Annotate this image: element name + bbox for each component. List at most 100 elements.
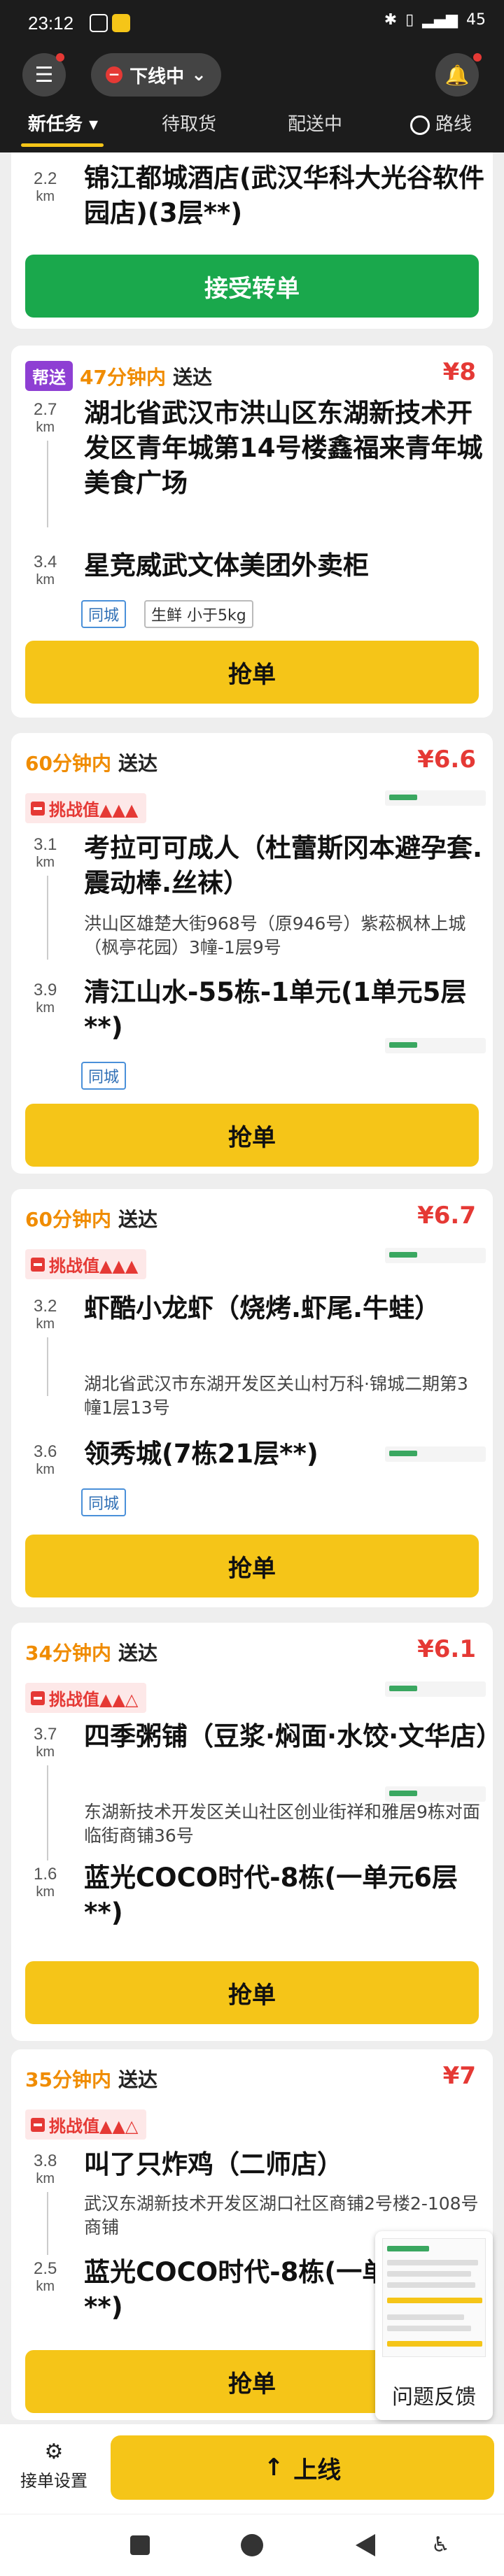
notifications-button[interactable]: 🔔 [435,53,479,97]
bell-icon: 🔔 [444,63,470,87]
preview-thumbnail [385,1248,486,1263]
accessibility-icon[interactable]: ♿ [431,2533,450,2557]
grab-order-button[interactable]: 抢单 [25,1104,479,1167]
order-card: 帮送 47分钟内 送达 ¥8 2.7 km 湖北省武汉市洪山区东湖新技术开发区青年… [11,346,493,718]
order-header: 35分钟内 送达 [25,2065,158,2093]
pickup-address: 叫了只炸鸡（二师店） [84,2149,343,2179]
challenge-icon [31,2117,45,2132]
notification-app-icon-2 [112,14,130,32]
feedback-preview [382,2238,486,2357]
dropoff-address: 星竞威武文体美团外卖柜 [84,550,369,581]
back-button[interactable] [356,2534,375,2556]
challenge-level: 挑战值▲▲▲ [49,1256,139,1276]
order-settings-button[interactable]: ⚙ 接单设置 [15,2440,92,2491]
tab-new-tasks[interactable]: 新任务 ▾ [0,104,126,151]
tab-bar: 新任务 ▾ 待取货 配送中 路线 [0,104,504,151]
notification-app-icon [90,14,108,32]
go-online-button[interactable]: ↑ 上线 [111,2435,494,2500]
tag-same-city: 同城 [81,1488,127,1516]
route-line [47,441,48,527]
order-header: 34分钟内 送达 [25,1638,158,1666]
status-time: 23:12 [28,13,74,34]
tab-delivering[interactable]: 配送中 [252,104,378,151]
grab-order-button[interactable]: 抢单 [25,1961,479,2024]
challenge-badge: 挑战值▲▲▲ [25,793,147,823]
pickup-address: 四季粥铺（豆浆·焖面·水饺·文华店） [84,1721,503,1751]
tab-label: 待取货 [161,114,216,135]
route-line [47,1337,48,1396]
order-settings-label: 接单设置 [20,2471,88,2491]
online-status-toggle[interactable]: − 下线中 ⌄ [91,53,221,97]
grab-order-button[interactable]: 抢单 [25,641,479,704]
challenge-badge: 挑战值▲▲▲ [25,1249,147,1279]
top-bar: 23:12 ✱ ▯ ▂▄▆ 45 ☰ − 下线中 ⌄ 🔔 新任务 ▾ 待取货 配… [0,0,504,152]
dropoff-address: 清江山水-55栋-1单元(1单元5层**) [84,977,467,1042]
pickup-distance: 3.8 km [34,2151,57,2186]
hamburger-icon: ☰ [34,62,54,87]
pickup-distance: 3.1 km [34,835,57,870]
challenge-level: 挑战值▲▲△ [49,2116,139,2136]
dropoff-distance: 1.6 km [34,1865,57,1900]
recent-apps-button[interactable] [130,2535,150,2555]
delivery-time: 34分钟内 [25,1642,111,1665]
tab-label: 新任务 [27,114,83,135]
delivery-time: 60分钟内 [25,1208,111,1231]
offline-label: 下线中 [130,66,185,87]
home-button[interactable] [241,2534,263,2556]
challenge-level: 挑战值▲▲▲ [49,800,139,820]
preview-thumbnail [385,1038,486,1053]
go-online-label: 上线 [293,2456,342,2484]
vibrate-icon: ▯ [405,11,414,29]
order-price: ¥8 [442,358,476,386]
accept-transfer-button[interactable]: 接受转单 [25,255,479,318]
bottom-action-bar: ⚙ 接单设置 ↑ 上线 [0,2424,504,2514]
order-card: 34分钟内 送达 ¥6.1 挑战值▲▲△ 3.7 km 四季粥铺（豆浆·焖面·水饺… [11,1623,503,2041]
order-header: 帮送 47分钟内 送达 [25,361,212,391]
route-line [47,1765,48,1860]
pickup-distance: 2.7 km [34,400,57,435]
pickup-distance: 3.2 km [34,1297,57,1332]
dropoff-address: 蓝光COCO时代-8栋(一单元6层**) [84,1863,458,1928]
order-card: 60分钟内 送达 ¥6.7 挑战值▲▲▲ 3.2 km 虾酷小龙虾（烧烤.虾尾.牛… [11,1189,493,1607]
challenge-icon [31,801,45,816]
tab-to-pickup[interactable]: 待取货 [126,104,252,151]
help-tag: 帮送 [25,361,73,391]
tab-label: 配送中 [287,114,342,135]
address: 锦江都城酒店(武汉华科大光谷软件园店)(3层**) [84,163,484,228]
preview-thumbnail [385,1446,486,1462]
order-card: 2.2 km 锦江都城酒店(武汉华科大光谷软件园店)(3层**) 接受转单 [11,152,493,329]
order-card: 60分钟内 送达 ¥6.6 挑战值▲▲▲ 3.1 km 考拉可可成人（杜蕾斯冈本避… [11,733,493,1174]
pickup-distance: 3.7 km [34,1725,57,1760]
order-header: 60分钟内 送达 [25,1204,158,1232]
tab-label: 路线 [435,114,472,135]
notification-dot [473,53,482,62]
signal-icon: ▂▄▆ [422,11,458,29]
battery-level: 45 [466,11,486,29]
order-header: 60分钟内 送达 [25,748,158,776]
deliver-label: 送达 [118,1642,158,1665]
dropoff-distance: 2.5 km [34,2259,57,2294]
grab-order-button[interactable]: 抢单 [25,1535,479,1597]
arrow-up-icon: ↑ [263,2454,284,2482]
challenge-icon [31,1257,45,1272]
distance: 2.2 km [34,169,57,204]
order-price: ¥6.6 [417,746,476,774]
dropoff-distance: 3.6 km [34,1442,57,1477]
tab-route[interactable]: 路线 [378,104,504,151]
feedback-label: 问题反馈 [392,2385,476,2410]
chevron-down-icon: ⌄ [191,64,206,85]
pickup-address: 湖北省武汉市洪山区东湖新技术开发区青年城第14号楼鑫福来青年城美食广场 [84,398,483,498]
order-price: ¥7 [442,2062,476,2090]
pickup-detail: 湖北省武汉市东湖开发区关山村万科·锦城二期第3幢1层13号 [84,1374,468,1418]
dropoff-distance: 3.9 km [34,981,57,1016]
pickup-address: 虾酷小龙虾（烧烤.虾尾.牛蛙） [84,1293,441,1323]
challenge-icon [31,1691,45,1705]
challenge-badge: 挑战值▲▲△ [25,1683,147,1713]
feedback-widget[interactable]: 问题反馈 [375,2231,493,2420]
system-nav-bar: ♿ [0,2514,504,2576]
settings-sliders-icon: ⚙ [44,2440,64,2464]
dropoff-distance: 3.4 km [34,553,57,588]
tag-same-city: 同城 [81,600,127,628]
menu-notification-dot [56,53,64,62]
preview-thumbnail [385,1681,486,1697]
